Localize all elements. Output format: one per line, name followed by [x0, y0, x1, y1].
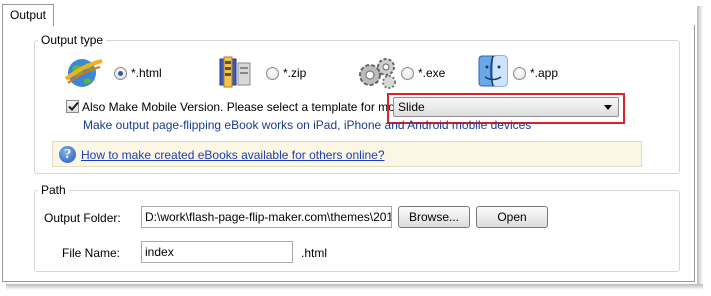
file-extension-label: .html [301, 246, 328, 260]
radio-exe[interactable]: *.exe [401, 65, 445, 81]
html-globe-icon [64, 55, 104, 94]
file-name-label: File Name: [62, 246, 121, 260]
mobile-template-value: Slide [398, 100, 425, 114]
mobile-template-select[interactable]: Slide [393, 97, 619, 117]
checkmark-icon [68, 101, 79, 111]
path-group [34, 190, 680, 272]
mobile-version-label: Also Make Mobile Version. Please select … [82, 100, 417, 114]
output-type-title: Output type [38, 33, 107, 47]
tab-output-label: Output [9, 8, 47, 22]
radio-html-label: *.html [131, 66, 162, 80]
chevron-down-icon[interactable] [604, 105, 612, 110]
radio-zip-button[interactable] [266, 66, 279, 80]
window-shadow-bottom [6, 284, 703, 290]
radio-html-button[interactable] [114, 66, 127, 80]
path-title: Path [38, 183, 69, 197]
radio-exe-button[interactable] [401, 66, 414, 80]
window-shadow-right [697, 6, 703, 288]
zip-archive-icon [218, 55, 254, 92]
radio-app[interactable]: *.app [513, 65, 558, 81]
browse-button[interactable]: Browse... [398, 206, 470, 228]
mac-finder-icon [478, 54, 508, 91]
output-folder-input[interactable]: D:\work\flash-page-flip-maker.com\themes… [141, 206, 392, 228]
radio-exe-label: *.exe [418, 66, 446, 80]
output-folder-label: Output Folder: [44, 211, 121, 225]
radio-app-label: *.app [530, 66, 559, 80]
exe-gears-icon [356, 55, 398, 92]
tab-output[interactable]: Output [2, 4, 54, 26]
info-bar: ? How to make created eBooks available f… [52, 141, 642, 167]
mobile-hint-text: Make output page-flipping eBook works on… [83, 118, 532, 132]
file-name-input[interactable]: index [141, 241, 293, 263]
radio-zip[interactable]: *.zip [266, 65, 306, 81]
help-icon: ? [59, 146, 76, 163]
mobile-version-checkbox[interactable] [66, 100, 79, 113]
radio-app-button[interactable] [513, 66, 526, 80]
online-ebooks-link[interactable]: How to make created eBooks available for… [81, 148, 385, 162]
radio-html[interactable]: *.html [114, 65, 162, 81]
radio-zip-label: *.zip [283, 66, 307, 80]
open-button[interactable]: Open [476, 206, 548, 228]
